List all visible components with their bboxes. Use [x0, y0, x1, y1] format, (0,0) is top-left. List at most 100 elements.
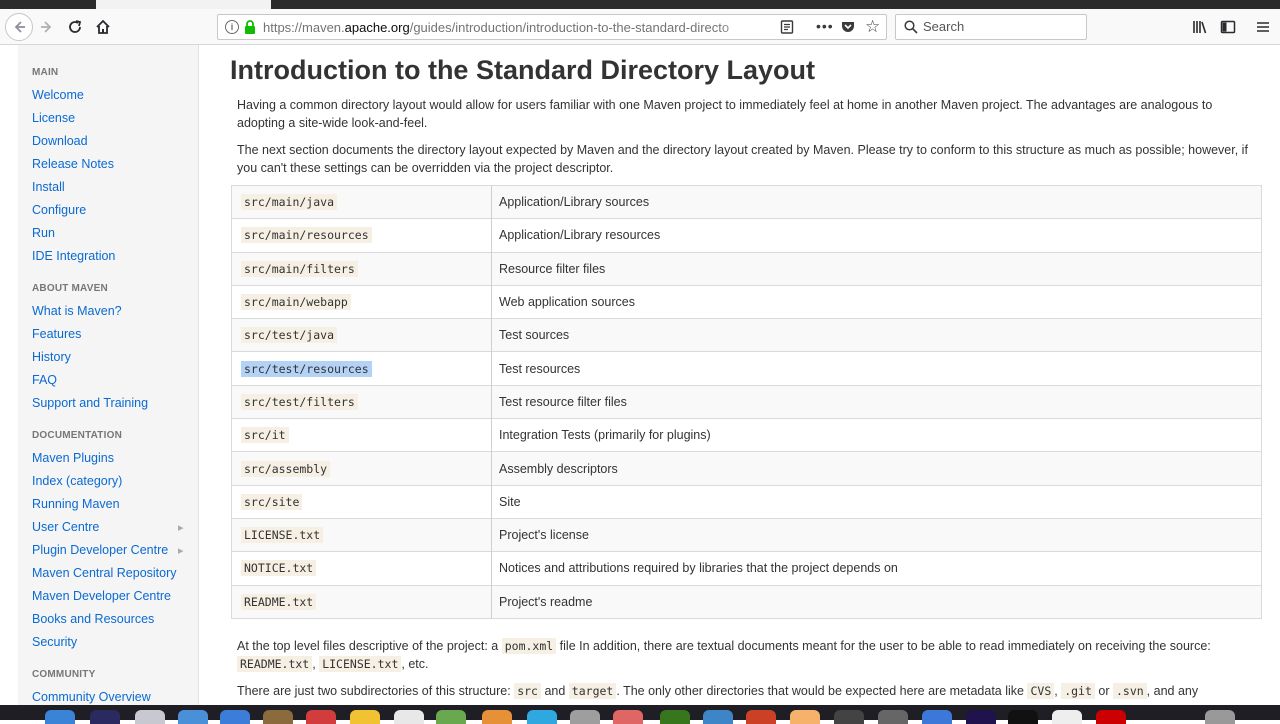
url-text[interactable]: https://maven.apache.org/guides/introduc… — [263, 20, 748, 35]
page-actions-icon[interactable]: ••• — [816, 18, 834, 34]
nav-link-support-and-training[interactable]: Support and Training — [32, 396, 148, 410]
table-row: src/test/filters Test resource filter fil… — [231, 384, 1262, 419]
home-icon — [96, 19, 110, 34]
nav-header-about-maven: ABOUT MAVEN — [32, 283, 108, 294]
nav-link-run[interactable]: Run — [32, 226, 55, 240]
dock-app-icon[interactable] — [922, 710, 952, 724]
nav-link-features[interactable]: Features — [32, 327, 81, 341]
nav-link-plugin-developer-centre[interactable]: Plugin Developer Centre — [32, 543, 168, 557]
dock-app-icon[interactable] — [263, 710, 293, 724]
nav-link-index-category[interactable]: Index (category) — [32, 474, 122, 488]
dock-app-icon[interactable] — [306, 710, 336, 724]
dock-app-icon[interactable] — [90, 710, 120, 724]
arrow-left-icon — [14, 21, 25, 33]
nav-link-history[interactable]: History — [32, 350, 71, 364]
table-row: src/main/java Application/Library sources — [231, 184, 1262, 219]
search-input[interactable] — [923, 19, 1073, 34]
nav-link-ide-integration[interactable]: IDE Integration — [32, 249, 115, 263]
description-cell: Test resources — [491, 351, 1262, 386]
path-code: src/site — [241, 493, 303, 510]
description-cell: Site — [491, 484, 1262, 519]
description-cell: Application/Library resources — [491, 218, 1262, 253]
dock-app-icon[interactable] — [613, 710, 643, 724]
home-button[interactable] — [91, 15, 115, 39]
description-cell: Notices and attributions required by lib… — [491, 551, 1262, 586]
dock-app-icon[interactable] — [1052, 710, 1082, 724]
path-code: src/it — [241, 427, 289, 444]
dock-app-icon[interactable] — [570, 710, 600, 724]
dock-app-icon[interactable] — [878, 710, 908, 724]
path-code: src/main/resources — [241, 227, 372, 244]
license-code: LICENSE.txt — [319, 656, 402, 672]
trash-dock-icon[interactable] — [1205, 710, 1235, 724]
reload-button[interactable] — [63, 15, 87, 39]
dock-app-icon[interactable] — [482, 710, 512, 724]
info-icon[interactable]: i — [225, 20, 239, 34]
nav-link-maven-central-repository[interactable]: Maven Central Repository — [32, 566, 177, 580]
bookmark-star-icon[interactable]: ☆ — [865, 17, 880, 37]
path-cell: src/test/filters — [231, 384, 492, 419]
window-top-strip — [0, 0, 1280, 9]
nav-link-configure[interactable]: Configure — [32, 203, 86, 217]
description-cell: Assembly descriptors — [491, 451, 1262, 486]
table-row: src/test/resources Test resources — [231, 351, 1262, 386]
nav-link-books-and-resources[interactable]: Books and Resources — [32, 612, 154, 626]
src-code: src — [514, 683, 541, 699]
dock-app-icon[interactable] — [220, 710, 250, 724]
dock-app-icon[interactable] — [834, 710, 864, 724]
dock-app-icon[interactable] — [394, 710, 424, 724]
nav-link-license[interactable]: License — [32, 111, 75, 125]
dock-app-icon[interactable] — [350, 710, 380, 724]
active-tab-edge[interactable] — [96, 0, 271, 9]
pocket-icon[interactable] — [841, 20, 855, 34]
lock-icon[interactable] — [243, 19, 257, 35]
dock-app-icon[interactable] — [746, 710, 776, 724]
hamburger-menu-icon — [1257, 22, 1269, 32]
chevron-right-icon[interactable]: ▸ — [178, 521, 184, 534]
dock-app-icon[interactable] — [966, 710, 996, 724]
nav-link-download[interactable]: Download — [32, 134, 88, 148]
url-bar[interactable]: i https://maven.apache.org/guides/introd… — [217, 14, 887, 40]
text-span: , and any — [1146, 684, 1199, 698]
dock-app-icon[interactable] — [1008, 710, 1038, 724]
sidebar-toggle-button[interactable] — [1216, 15, 1240, 39]
dock-app-icon[interactable] — [703, 710, 733, 724]
hamburger-menu-button[interactable] — [1251, 15, 1275, 39]
nav-link-user-centre[interactable]: User Centre — [32, 520, 99, 534]
dock-app-icon[interactable] — [178, 710, 208, 724]
nav-link-running-maven[interactable]: Running Maven — [32, 497, 120, 511]
nav-link-security[interactable]: Security — [32, 635, 77, 649]
text-span: and — [540, 684, 569, 698]
nav-link-what-is-maven[interactable]: What is Maven? — [32, 304, 122, 318]
nav-link-community-overview[interactable]: Community Overview — [32, 690, 151, 704]
nav-link-maven-plugins[interactable]: Maven Plugins — [32, 451, 114, 465]
path-code: src/main/java — [241, 194, 338, 211]
reader-view-icon[interactable] — [780, 20, 794, 34]
nav-link-install[interactable]: Install — [32, 180, 65, 194]
table-row: NOTICE.txt Notices and attributions requi… — [231, 551, 1262, 586]
dock-app-icon[interactable] — [1096, 710, 1126, 724]
finder-dock-icon[interactable] — [45, 710, 75, 724]
nav-link-faq[interactable]: FAQ — [32, 373, 57, 387]
dock-app-icon[interactable] — [660, 710, 690, 724]
table-row: README.txt Project's readme — [231, 584, 1262, 619]
chevron-right-icon[interactable]: ▸ — [178, 544, 184, 557]
selected-path-code[interactable]: src/test/resources — [241, 360, 372, 377]
nav-link-release-notes[interactable]: Release Notes — [32, 157, 114, 171]
dock-app-icon[interactable] — [135, 710, 165, 724]
library-button[interactable] — [1188, 15, 1212, 39]
nav-link-maven-developer-centre[interactable]: Maven Developer Centre — [32, 589, 171, 603]
path-cell: src/test/resources — [231, 351, 492, 386]
url-host: apache.org — [344, 20, 410, 35]
intro-paragraph: Having a common directory layout would a… — [237, 98, 1213, 130]
nav-link-welcome[interactable]: Welcome — [32, 88, 84, 102]
target-code: target — [568, 683, 617, 699]
search-bar[interactable] — [895, 14, 1087, 40]
forward-button[interactable] — [35, 15, 59, 39]
readme-code: README.txt — [237, 656, 313, 672]
back-button[interactable] — [5, 13, 33, 41]
dock-app-icon[interactable] — [436, 710, 466, 724]
directory-layout-table: src/main/java Application/Library sources… — [231, 184, 1262, 619]
dock-app-icon[interactable] — [527, 710, 557, 724]
dock-app-icon[interactable] — [790, 710, 820, 724]
